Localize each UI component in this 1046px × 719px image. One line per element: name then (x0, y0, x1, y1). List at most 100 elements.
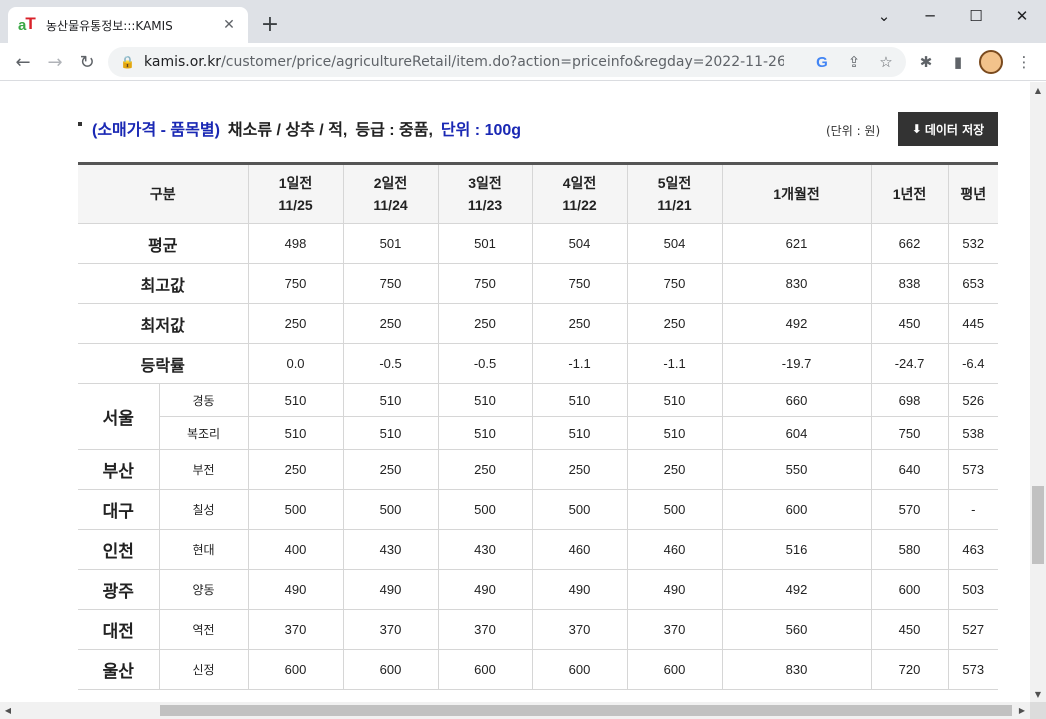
price-cell: 504 (531, 223, 628, 264)
price-cell: 510 (626, 383, 723, 417)
share-icon[interactable]: ⇪ (844, 52, 864, 72)
new-tab-button[interactable]: + (258, 13, 282, 37)
price-cell: 640 (870, 449, 949, 490)
bullet-icon (78, 122, 82, 126)
price-cell: 830 (721, 263, 872, 304)
price-cell: 370 (342, 609, 439, 650)
bookmark-star-icon[interactable]: ☆ (876, 52, 896, 72)
price-cell: 250 (626, 303, 723, 344)
scroll-down-icon[interactable]: ▼ (1030, 686, 1046, 702)
extensions-icon[interactable]: ✱ (916, 52, 936, 72)
summary-row: 최고값 750 750 750 750 750 830 838 653 (78, 263, 999, 304)
url-text[interactable]: kamis.or.kr/customer/price/agricultureRe… (144, 54, 784, 70)
toolbar: ← → ↻ 🔒 kamis.or.kr/customer/price/agric… (0, 43, 1046, 81)
price-cell: 600 (721, 489, 872, 530)
price-cell: 490 (247, 569, 344, 610)
summary-row: 등락률 0.0 -0.5 -0.5 -1.1 -1.1 -19.7 -24.7 -6.4 (78, 343, 999, 384)
header-normal-year: 평년 (947, 163, 999, 224)
side-panel-icon[interactable]: ▮ (948, 52, 968, 72)
price-cell: 600 (342, 649, 439, 690)
price-cell: 550 (721, 449, 872, 490)
price-cell: 838 (870, 263, 949, 304)
unit-label: 단위 : 100g (440, 122, 522, 139)
scroll-up-icon[interactable]: ▲ (1030, 82, 1046, 98)
table-heading: (소매가격 - 품목별) 채소류 / 상추 / 적, 등급 : 중품, 단위 :… (78, 116, 521, 140)
maximize-button[interactable]: ☐ (956, 4, 996, 28)
market-label: 신정 (158, 649, 249, 690)
summary-label: 등락률 (78, 343, 249, 384)
scrollbar-corner (1030, 702, 1046, 719)
price-table: 구분 1일전 11/25 2일전 11/24 3일전 11/23 4일전 11/22 5… (78, 162, 999, 690)
price-table-body: 평균 498 501 501 504 504 621 662 532 최고값 750 750 750 7… (78, 223, 999, 690)
address-bar[interactable]: 🔒 kamis.or.kr/customer/price/agriculture… (108, 47, 906, 77)
horizontal-scrollbar[interactable]: ◀ ▶ (0, 702, 1030, 719)
price-cell: 250 (247, 449, 344, 490)
header-category: 구분 (78, 163, 249, 224)
price-cell: 370 (437, 609, 533, 650)
google-lens-icon[interactable]: G (812, 52, 832, 72)
price-cell: 750 (342, 263, 439, 304)
price-cell: 660 (721, 383, 872, 417)
price-cell: 604 (721, 416, 872, 450)
market-label: 칠성 (158, 489, 249, 530)
header-3day: 3일전 11/23 (437, 163, 533, 224)
market-label: 부전 (158, 449, 249, 490)
minimize-button[interactable]: ─ (910, 4, 950, 28)
region-label: 대구 (78, 489, 160, 530)
price-cell: 830 (721, 649, 872, 690)
price-cell: 0.0 (247, 343, 344, 384)
vertical-scroll-thumb[interactable] (1032, 486, 1044, 564)
profile-avatar[interactable] (979, 50, 1003, 74)
reload-button[interactable]: ↻ (74, 49, 100, 75)
price-cell: 510 (437, 383, 533, 417)
tab-search-icon[interactable]: ⌄ (864, 4, 904, 28)
price-cell: 500 (342, 489, 439, 530)
price-cell: 492 (721, 303, 872, 344)
price-cell: 501 (437, 223, 533, 264)
menu-icon[interactable]: ⋮ (1014, 52, 1034, 72)
price-cell: 250 (437, 449, 533, 490)
price-cell: 600 (626, 649, 723, 690)
lock-icon[interactable]: 🔒 (120, 55, 135, 69)
price-cell: 750 (437, 263, 533, 304)
price-cell: 501 (342, 223, 439, 264)
market-row: 광주 양동 490 490 490 490 490 492 600 503 (78, 569, 999, 610)
region-label: 대전 (78, 609, 160, 650)
header-4day: 4일전 11/22 (531, 163, 628, 224)
scroll-left-icon[interactable]: ◀ (0, 702, 16, 719)
price-cell: 250 (342, 449, 439, 490)
scroll-right-icon[interactable]: ▶ (1014, 702, 1030, 719)
header-1month: 1개월전 (721, 163, 872, 224)
price-cell: 498 (247, 223, 344, 264)
tab-close-icon[interactable]: ✕ (220, 16, 238, 34)
price-cell: 510 (531, 416, 628, 450)
price-cell: - (947, 489, 999, 530)
price-cell: -6.4 (947, 343, 999, 384)
browser-tab[interactable]: aT 농산물유통정보:::KAMIS ✕ (8, 7, 248, 43)
price-cell: 400 (247, 529, 344, 570)
price-cell: 526 (947, 383, 999, 417)
price-cell: 510 (626, 416, 723, 450)
forward-button[interactable]: → (42, 49, 68, 75)
price-cell: -1.1 (626, 343, 723, 384)
price-cell: 490 (531, 569, 628, 610)
page-content: (소매가격 - 품목별) 채소류 / 상추 / 적, 등급 : 중품, 단위 :… (0, 82, 1030, 702)
save-data-button[interactable]: ⬇ 데이터 저장 (898, 112, 998, 146)
price-cell: -1.1 (531, 343, 628, 384)
back-button[interactable]: ← (10, 49, 36, 75)
close-window-button[interactable]: ✕ (1002, 4, 1042, 28)
market-row: 대전 역전 370 370 370 370 370 560 450 527 (78, 609, 999, 650)
market-label: 현대 (158, 529, 249, 570)
price-cell: 370 (247, 609, 344, 650)
region-label: 부산 (78, 449, 160, 490)
header-5day: 5일전 11/21 (626, 163, 723, 224)
price-cell: 250 (531, 449, 628, 490)
price-cell: 510 (247, 416, 344, 450)
horizontal-scroll-thumb[interactable] (160, 705, 1012, 716)
price-cell: 653 (947, 263, 999, 304)
price-cell: -0.5 (437, 343, 533, 384)
price-cell: 538 (947, 416, 999, 450)
price-cell: 720 (870, 649, 949, 690)
grade-label: 등급 : 중품, (355, 122, 433, 139)
vertical-scrollbar[interactable]: ▲ ▼ (1030, 82, 1046, 702)
